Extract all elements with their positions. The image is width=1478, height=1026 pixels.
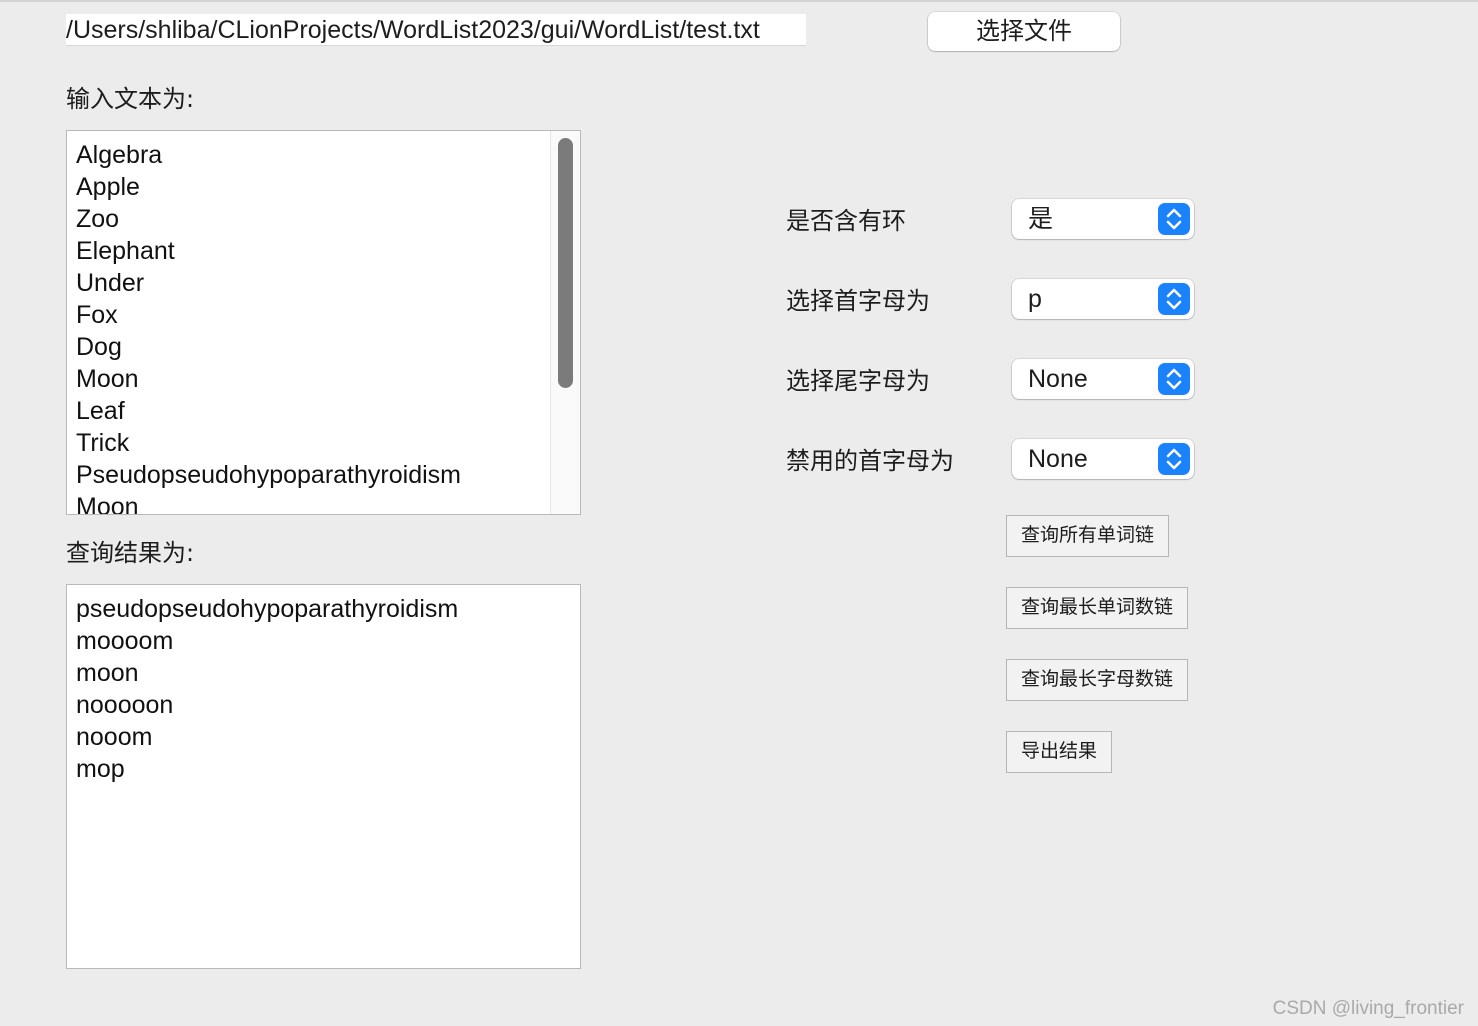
input-line: Trick bbox=[76, 429, 130, 457]
input-line: Dog bbox=[76, 333, 122, 361]
query-longest-char-chain-button[interactable]: 查询最长字母数链 bbox=[1006, 659, 1189, 701]
tail-letter-value: None bbox=[1028, 365, 1088, 393]
result-label: 查询结果为: bbox=[66, 539, 195, 567]
tail-letter-select[interactable]: None bbox=[1012, 359, 1194, 399]
result-line: nooooon bbox=[76, 691, 174, 719]
result-line: moooom bbox=[76, 627, 174, 655]
input-line: Zoo bbox=[76, 205, 120, 233]
result-line: pseudopseudohypoparathyroidism bbox=[76, 595, 459, 623]
updown-chevron-icon bbox=[1158, 283, 1190, 315]
banned-head-value: None bbox=[1028, 445, 1088, 473]
head-letter-value: p bbox=[1028, 285, 1042, 313]
query-longest-word-chain-button[interactable]: 查询最长单词数链 bbox=[1006, 587, 1189, 629]
input-line: Apple bbox=[76, 173, 140, 201]
banned-head-select[interactable]: None bbox=[1012, 439, 1194, 479]
file-path-field[interactable]: /Users/shliba/CLionProjects/WordList2023… bbox=[66, 14, 806, 46]
has-cycle-value: 是 bbox=[1028, 205, 1054, 233]
input-line: Algebra bbox=[76, 141, 163, 169]
input-text-lines: Algebra Apple Zoo Elephant Under Fox Dog Moon Le… bbox=[76, 139, 461, 515]
input-line: Pseudopseudohypoparathyroidism bbox=[76, 461, 461, 489]
input-line: Moon bbox=[76, 493, 139, 515]
input-text-label: 输入文本为: bbox=[66, 85, 195, 113]
updown-chevron-icon bbox=[1158, 203, 1190, 235]
watermark: CSDN @living_frontier bbox=[1272, 998, 1464, 1019]
input-line: Under bbox=[76, 269, 145, 297]
result-text-lines: pseudopseudohypoparathyroidism moooom moon… bbox=[76, 593, 458, 785]
result-line: nooom bbox=[76, 723, 153, 751]
has-cycle-select[interactable]: 是 bbox=[1012, 199, 1194, 239]
result-text-area[interactable]: pseudopseudohypoparathyroidism moooom moon… bbox=[66, 584, 581, 969]
file-path-text: /Users/shliba/CLionProjects/WordList2023… bbox=[66, 16, 760, 44]
result-line: moon bbox=[76, 659, 139, 687]
updown-chevron-icon bbox=[1158, 363, 1190, 395]
tail-letter-label: 选择尾字母为 bbox=[786, 367, 930, 395]
input-line: Fox bbox=[76, 301, 118, 329]
has-cycle-label: 是否含有环 bbox=[786, 207, 906, 235]
input-line: Leaf bbox=[76, 397, 125, 425]
banned-head-label: 禁用的首字母为 bbox=[786, 447, 954, 475]
input-scrollbar-thumb[interactable] bbox=[558, 138, 573, 388]
head-letter-label: 选择首字母为 bbox=[786, 287, 930, 315]
head-letter-select[interactable]: p bbox=[1012, 279, 1194, 319]
window-top-divider bbox=[0, 0, 1478, 2]
result-line: mop bbox=[76, 755, 125, 783]
input-line: Elephant bbox=[76, 237, 175, 265]
query-all-chains-button[interactable]: 查询所有单词链 bbox=[1006, 515, 1170, 557]
input-text-area[interactable]: Algebra Apple Zoo Elephant Under Fox Dog Moon Le… bbox=[66, 130, 581, 515]
updown-chevron-icon bbox=[1158, 443, 1190, 475]
input-line: Moon bbox=[76, 365, 139, 393]
choose-file-button[interactable]: 选择文件 bbox=[928, 12, 1120, 51]
input-scrollbar[interactable] bbox=[550, 131, 580, 514]
export-result-button[interactable]: 导出结果 bbox=[1006, 731, 1113, 773]
